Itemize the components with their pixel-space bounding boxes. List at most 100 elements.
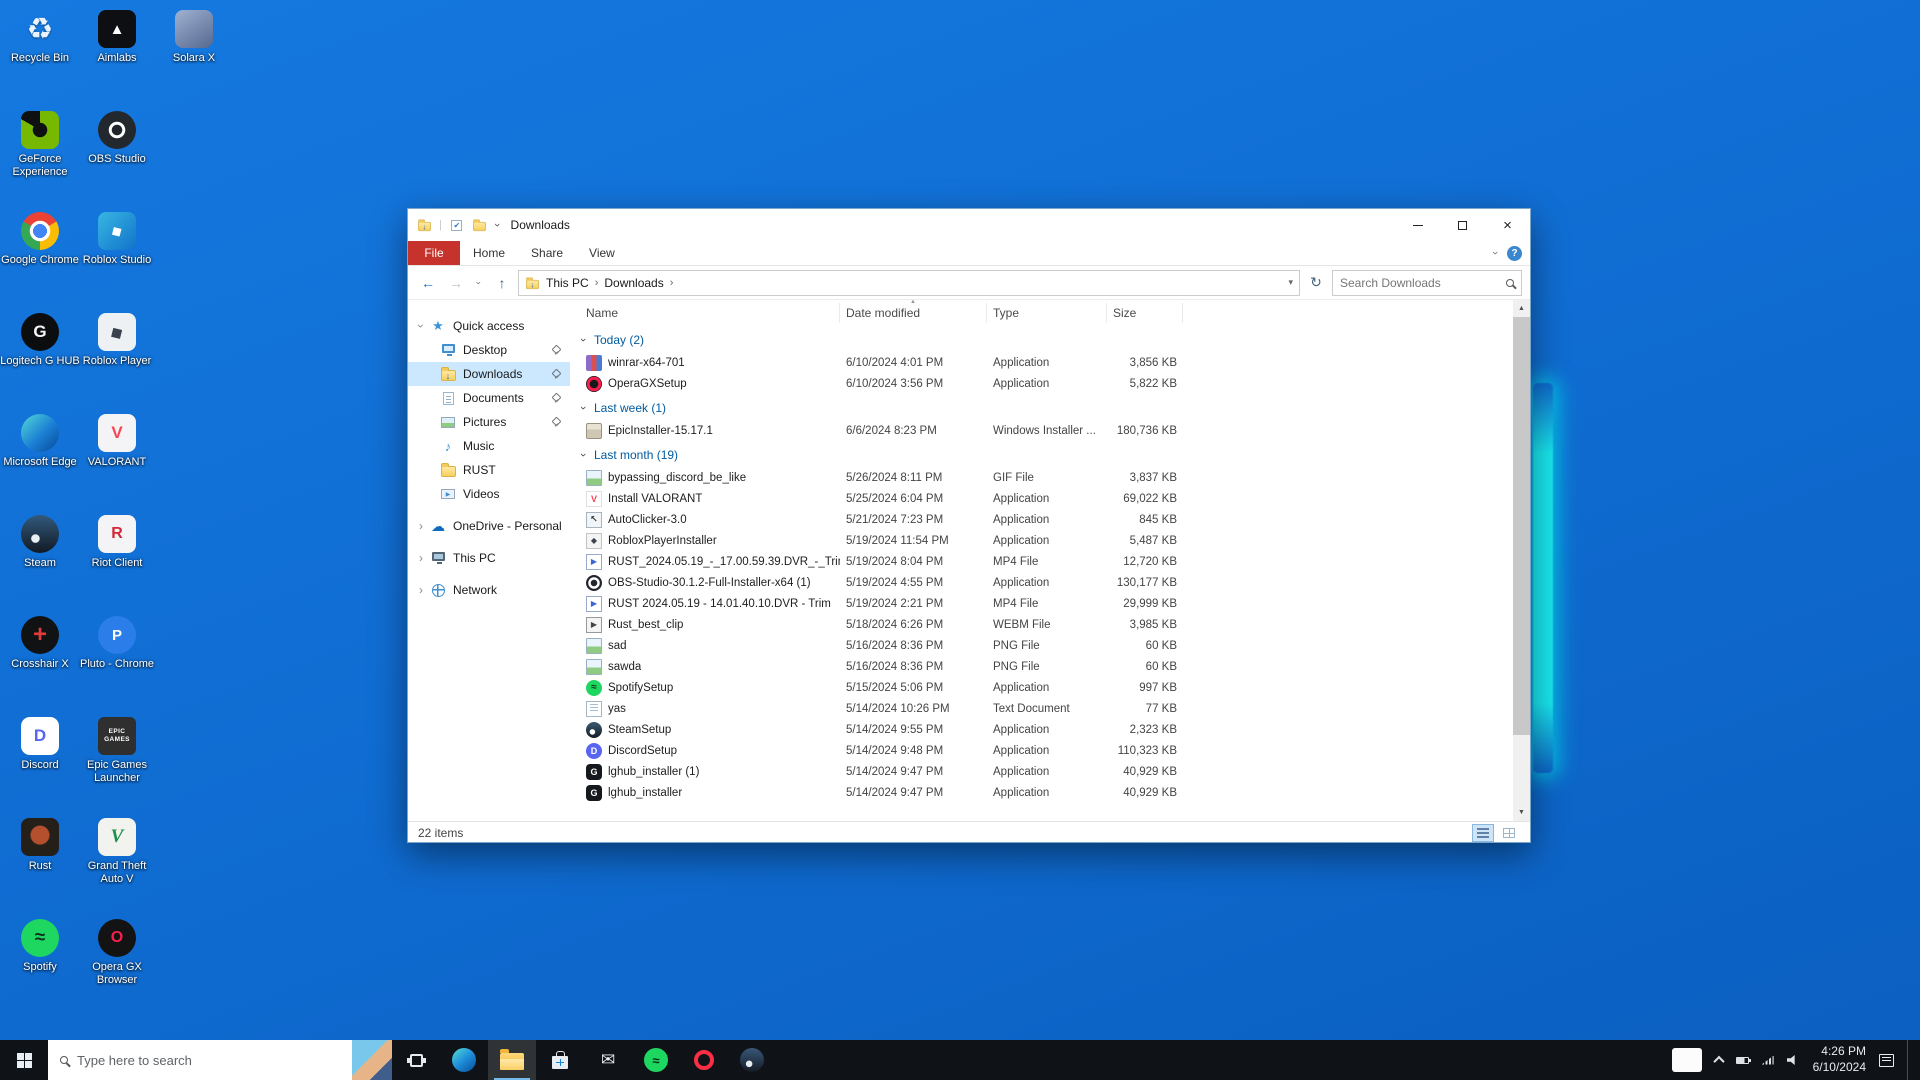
sidebar-item-downloads[interactable]: Downloads — [408, 362, 570, 386]
sidebar-item-rust[interactable]: RUST — [408, 458, 570, 482]
desktop-icon-geforce-experience[interactable]: GeForce Experience — [0, 111, 80, 179]
file-row-spotifysetup[interactable]: ≈ SpotifySetup 5/15/2024 5:06 PM Applicatio… — [570, 677, 1513, 698]
sidebar-item-this-pc[interactable]: › This PC — [408, 546, 570, 570]
taskbar-clock[interactable]: 4:26 PM 6/10/2024 — [1813, 1044, 1866, 1075]
minimize-button[interactable] — [1395, 209, 1440, 241]
file-row-yas[interactable]: yas 5/14/2024 10:26 PM Text Document 77 KB — [570, 698, 1513, 719]
desktop-icon-rust[interactable]: Rust — [0, 818, 80, 873]
recent-locations-chevron[interactable]: › — [467, 276, 491, 290]
file-row-steamsetup[interactable]: SteamSetup 5/14/2024 9:55 PM Application 2,… — [570, 719, 1513, 740]
desktop-icon-valorant[interactable]: VALORANT — [77, 414, 157, 469]
file-row-winrar-x64-701[interactable]: winrar-x64-701 6/10/2024 4:01 PM Applicati… — [570, 352, 1513, 373]
column-header-size[interactable]: Size — [1107, 303, 1183, 323]
chevron-down-icon[interactable]: › — [577, 334, 589, 346]
menu-view[interactable]: View — [576, 241, 628, 265]
taskbar-spotify-button[interactable]: ≈ — [632, 1040, 680, 1080]
start-button[interactable] — [0, 1040, 48, 1080]
breadcrumb-chevron-icon[interactable]: › — [595, 277, 599, 289]
file-row-lghub-installer[interactable]: Glghub_installer 5/14/2024 9:47 PM Applica… — [570, 782, 1513, 803]
details-view-button[interactable] — [1472, 824, 1494, 842]
desktop-icon-logitech-g-hub[interactable]: Logitech G HUB — [0, 313, 80, 368]
scrollbar-thumb[interactable] — [1513, 317, 1530, 735]
desktop-icon-roblox-studio[interactable]: Roblox Studio — [77, 212, 157, 267]
desktop-icon-microsoft-edge[interactable]: Microsoft Edge — [0, 414, 80, 469]
file-row-robloxplayerinstaller[interactable]: ◆ RobloxPlayerInstaller 5/19/2024 11:54 PM… — [570, 530, 1513, 551]
sidebar-item-network[interactable]: › Network — [408, 578, 570, 602]
sidebar-item-music[interactable]: ♪ Music — [408, 434, 570, 458]
maximize-button[interactable] — [1440, 209, 1485, 241]
taskbar-task-view-button[interactable] — [392, 1040, 440, 1080]
desktop-icon-pluto-chrome[interactable]: Pluto - Chrome — [77, 616, 157, 671]
sidebar-item-quick-access[interactable]: › ★ Quick access — [408, 314, 570, 338]
breadcrumb-chevron-icon[interactable]: › — [670, 277, 674, 289]
thumbnails-view-button[interactable] — [1498, 824, 1520, 842]
battery-icon[interactable] — [1735, 1056, 1751, 1064]
refresh-button[interactable]: ↻ — [1304, 271, 1328, 295]
file-row-bypassing-discord-be-like[interactable]: bypassing_discord_be_like 5/26/2024 8:11 … — [570, 467, 1513, 488]
file-row-lghub-installer-1[interactable]: Glghub_installer (1) 5/14/2024 9:47 PM App… — [570, 761, 1513, 782]
sidebar-item-documents[interactable]: Documents — [408, 386, 570, 410]
sidebar-item-videos[interactable]: ▶ Videos — [408, 482, 570, 506]
desktop-icon-google-chrome[interactable]: Google Chrome — [0, 212, 80, 267]
close-button[interactable]: × — [1485, 209, 1530, 241]
file-row-autoclicker-3-0[interactable]: ↖ AutoClicker-3.0 5/21/2024 7:23 PM Applica… — [570, 509, 1513, 530]
volume-icon[interactable] — [1786, 1055, 1795, 1065]
desktop-icon-riot-client[interactable]: Riot Client — [77, 515, 157, 570]
column-header-date-modified[interactable]: Date modified — [840, 303, 987, 323]
expand-ribbon-chevron[interactable]: › — [1489, 251, 1501, 255]
help-button[interactable]: ? — [1507, 245, 1522, 261]
network-icon[interactable] — [1761, 1055, 1774, 1065]
address-bar[interactable]: This PC › Downloads › ▾ — [518, 269, 1300, 296]
desktop-icon-recycle-bin[interactable]: Recycle Bin — [0, 10, 80, 65]
qat-new-folder-button[interactable] — [472, 217, 488, 233]
file-row-operagxsetup[interactable]: OperaGXSetup 6/10/2024 3:56 PM Application… — [570, 373, 1513, 394]
column-header-type[interactable]: Type — [987, 303, 1107, 323]
desktop-icon-roblox-player[interactable]: Roblox Player — [77, 313, 157, 368]
group-header-today-2[interactable]: › Today (2) — [570, 328, 1513, 352]
desktop-icon-obs-studio[interactable]: OBS Studio — [77, 111, 157, 166]
touch-keyboard-icon[interactable] — [1671, 1048, 1702, 1072]
vertical-scrollbar[interactable]: ▲ ▼ — [1513, 300, 1530, 821]
chevron-down-icon[interactable]: › — [414, 319, 428, 333]
column-header-name[interactable]: Name — [570, 303, 840, 323]
file-row-obs-studio-30-1-2-full-installer-x64-1[interactable]: OBS-Studio-30.1.2-Full-Installer-x64 (1)… — [570, 572, 1513, 593]
breadcrumb-downloads[interactable]: Downloads — [604, 276, 663, 290]
desktop-icon-aimlabs[interactable]: Aimlabs — [77, 10, 157, 65]
sidebar-item-onedrive-personal[interactable]: › ☁ OneDrive - Personal — [408, 514, 570, 538]
sidebar-item-desktop[interactable]: Desktop — [408, 338, 570, 362]
taskbar-file-explorer-button[interactable] — [488, 1040, 536, 1080]
group-header-last-week-1[interactable]: › Last week (1) — [570, 396, 1513, 420]
address-dropdown-chevron[interactable]: ▾ — [1288, 277, 1293, 288]
taskbar-store-button[interactable] — [536, 1040, 584, 1080]
desktop-icon-grand-theft-auto-v[interactable]: Grand Theft Auto V — [77, 818, 157, 886]
taskbar-mail-button[interactable]: ✉ — [584, 1040, 632, 1080]
file-row-sad[interactable]: sad 5/16/2024 8:36 PM PNG File 60 KB — [570, 635, 1513, 656]
chevron-right-icon[interactable]: › — [414, 583, 428, 597]
file-row-sawda[interactable]: sawda 5/16/2024 8:36 PM PNG File 60 KB — [570, 656, 1513, 677]
sidebar-item-pictures[interactable]: Pictures — [408, 410, 570, 434]
scroll-down-arrow[interactable]: ▼ — [1513, 804, 1530, 821]
scroll-up-arrow[interactable]: ▲ — [1513, 300, 1530, 317]
qat-customize-chevron[interactable]: › — [491, 223, 503, 227]
file-row-discordsetup[interactable]: D DiscordSetup 5/14/2024 9:48 PM Applicatio… — [570, 740, 1513, 761]
menu-share[interactable]: Share — [518, 241, 576, 265]
title-bar[interactable]: | ✔ › Downloads × — [408, 209, 1530, 241]
search-box[interactable]: Search Downloads — [1332, 269, 1522, 296]
file-row-epicinstaller-15-17-1[interactable]: EpicInstaller-15.17.1 6/6/2024 8:23 PM Win… — [570, 420, 1513, 441]
desktop-icon-spotify[interactable]: Spotify — [0, 919, 80, 974]
search-highlight-image[interactable] — [352, 1040, 392, 1080]
chevron-down-icon[interactable]: › — [577, 402, 589, 414]
up-button[interactable]: ↑ — [490, 271, 514, 295]
chevron-down-icon[interactable]: › — [577, 449, 589, 461]
desktop[interactable]: Recycle Bin GeForce Experience Google Chro… — [0, 0, 1920, 1080]
menu-file[interactable]: File — [408, 241, 460, 265]
taskbar-opera-button[interactable] — [680, 1040, 728, 1080]
file-row-install-valorant[interactable]: V Install VALORANT 5/25/2024 6:04 PM Applic… — [570, 488, 1513, 509]
group-header-last-month-19[interactable]: › Last month (19) — [570, 443, 1513, 467]
taskbar-steam-button[interactable] — [728, 1040, 776, 1080]
qat-properties-button[interactable]: ✔ — [449, 217, 465, 233]
taskbar-search[interactable]: Type here to search — [48, 1040, 392, 1080]
menu-home[interactable]: Home — [460, 241, 518, 265]
desktop-icon-discord[interactable]: Discord — [0, 717, 80, 772]
file-row-rust-best-clip[interactable]: ▶ Rust_best_clip 5/18/2024 6:26 PM WEBM Fil… — [570, 614, 1513, 635]
